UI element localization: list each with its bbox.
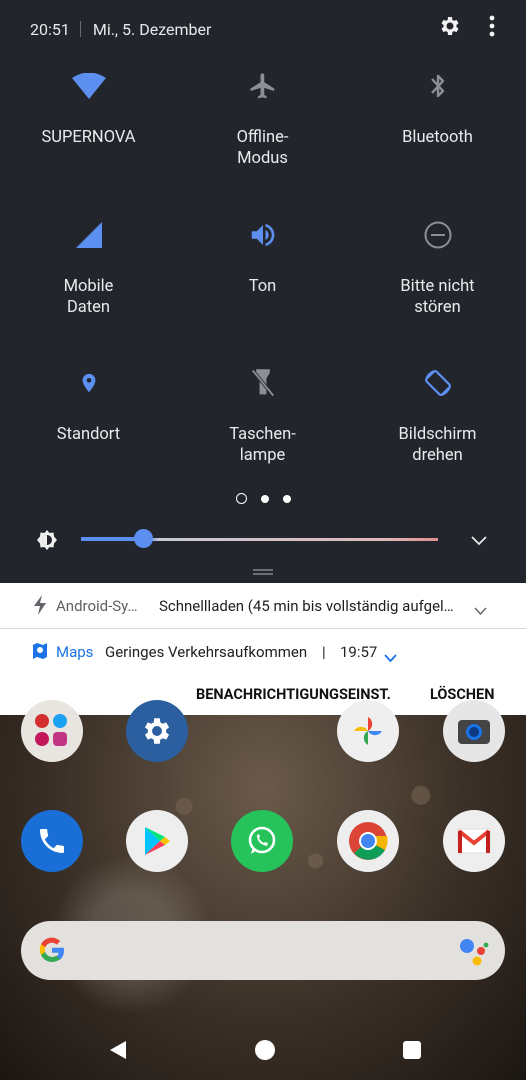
tile-label: SUPERNOVA xyxy=(41,128,136,147)
status-bar: 20:51 Mi., 5. Dezember xyxy=(30,18,211,40)
home-icon[interactable] xyxy=(254,1039,276,1065)
tile-label: Bildschirm drehen xyxy=(398,425,477,465)
maps-icon xyxy=(32,642,48,664)
notification-actions: BENACHRICHTIGUNGSEINST. LÖSCHEN xyxy=(0,675,526,715)
search-bar[interactable] xyxy=(21,921,505,980)
navigation-bar xyxy=(0,1020,526,1080)
tile-label: Mobile Daten xyxy=(63,277,114,317)
date: Mi., 5. Dezember xyxy=(92,19,212,39)
page-indicator[interactable] xyxy=(0,493,526,504)
tile-label: Taschen-lampe xyxy=(229,425,296,465)
notification-charging[interactable]: Android-Sy… Schnellladen (45 min bis vol… xyxy=(0,583,526,629)
notification-separator: | xyxy=(322,643,326,661)
volume-icon xyxy=(175,218,350,252)
phone-app-icon[interactable] xyxy=(21,810,83,872)
assistant-icon[interactable] xyxy=(457,937,489,971)
page-dot[interactable] xyxy=(282,494,291,503)
photos-app-icon[interactable] xyxy=(337,700,399,762)
notification-app: Android-Sy… xyxy=(56,597,138,615)
dnd-icon xyxy=(350,218,525,252)
social-folder-icon[interactable] xyxy=(21,700,83,762)
quick-settings-panel: 20:51 Mi., 5. Dezember SUPERNOVA Offline… xyxy=(0,0,526,583)
notification-maps[interactable]: Maps Geringes Verkehrsaufkommen | 19:57 xyxy=(0,629,526,676)
google-icon xyxy=(37,935,67,969)
chevron-down-icon[interactable] xyxy=(470,531,488,550)
gear-icon[interactable] xyxy=(438,14,462,42)
flashlight-icon xyxy=(175,366,350,400)
airplane-icon xyxy=(175,69,350,103)
wifi-icon xyxy=(1,69,176,103)
rotate-icon xyxy=(350,366,525,400)
chrome-icon[interactable] xyxy=(337,810,399,872)
tile-label: Standort xyxy=(56,425,121,444)
notification-text: Schnellladen (45 min bis vollständig auf… xyxy=(159,597,454,615)
back-icon[interactable] xyxy=(109,1040,127,1064)
brightness-thumb[interactable] xyxy=(134,529,153,548)
clear-all-button[interactable]: LÖSCHEN xyxy=(430,686,494,703)
play-store-icon[interactable] xyxy=(126,810,188,872)
page-dot[interactable] xyxy=(260,494,269,503)
notification-time: 19:57 xyxy=(340,643,378,661)
bluetooth-icon xyxy=(350,69,525,103)
status-separator xyxy=(79,21,81,37)
camera-app-icon[interactable] xyxy=(443,700,505,762)
settings-app-icon[interactable] xyxy=(126,700,188,762)
expand-icon[interactable] xyxy=(474,601,487,620)
bolt-icon xyxy=(33,595,47,619)
whatsapp-icon[interactable] xyxy=(231,810,293,872)
tile-label: Bluetooth xyxy=(402,128,473,147)
tile-label: Ton xyxy=(248,277,277,296)
brightness-row xyxy=(0,525,526,553)
tile-label: Bitte nicht stören xyxy=(400,277,475,317)
clock: 20:51 xyxy=(30,19,70,39)
drag-handle[interactable] xyxy=(253,569,273,575)
signal-icon xyxy=(1,218,176,252)
chevron-down-icon[interactable] xyxy=(384,648,397,667)
page-dot[interactable] xyxy=(235,493,247,504)
tile-label: Offline- Modus xyxy=(236,128,289,168)
recents-icon[interactable] xyxy=(402,1040,422,1064)
brightness-icon xyxy=(36,529,58,555)
notification-app: Maps xyxy=(56,643,94,661)
notification-text: Geringes Verkehrsaufkommen xyxy=(105,643,308,661)
location-icon xyxy=(1,366,176,400)
more-vert-icon[interactable] xyxy=(488,14,496,42)
gmail-icon[interactable] xyxy=(443,810,505,872)
